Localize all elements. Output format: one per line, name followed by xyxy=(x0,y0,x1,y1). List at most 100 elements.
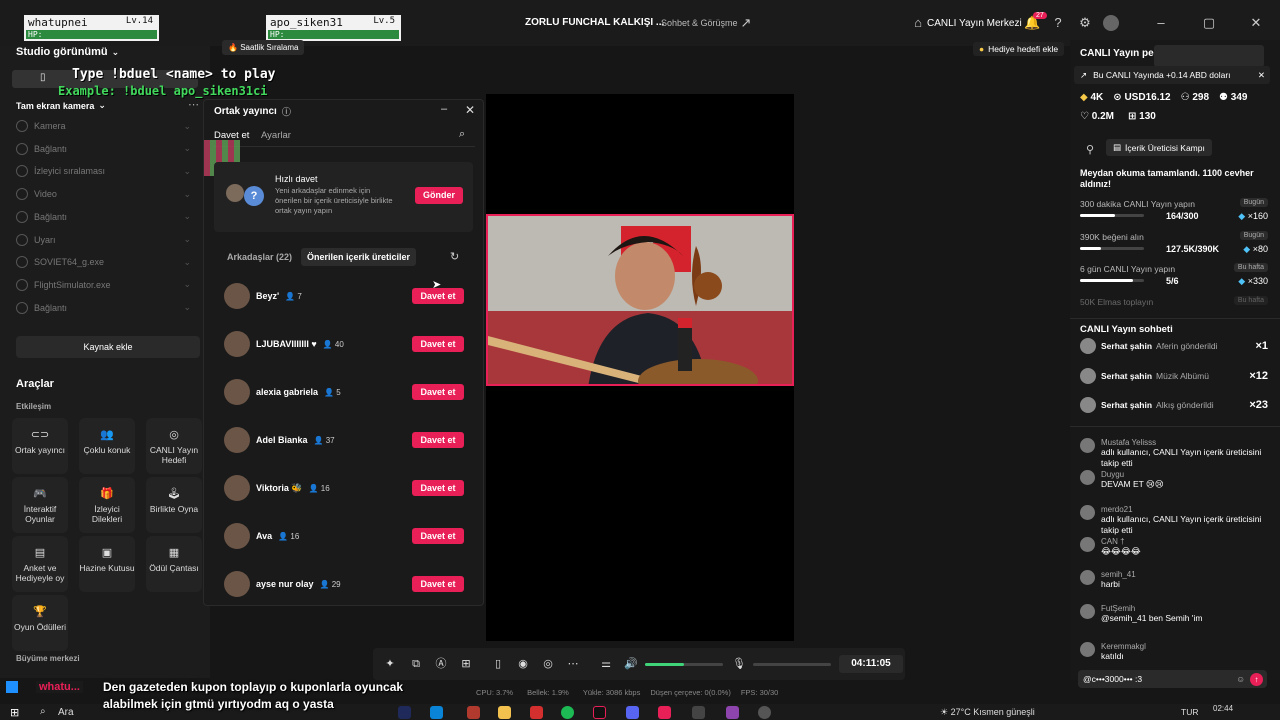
creator-camp-button[interactable]: ▤ İçerik Üreticisi Kampı xyxy=(1106,139,1212,156)
app-icon[interactable] xyxy=(692,706,705,719)
tool-treasure-box[interactable]: ▣ Hazine Kutusu xyxy=(79,536,135,592)
tab-settings[interactable]: Ayarlar xyxy=(261,130,291,141)
clock[interactable]: 02:44 xyxy=(1213,704,1233,713)
source-item[interactable]: Uyarı ⌄ xyxy=(16,231,191,249)
effects-icon[interactable]: ⧉ xyxy=(409,657,423,671)
spotify-icon[interactable] xyxy=(561,706,574,719)
mic-slider[interactable] xyxy=(753,663,831,666)
volume-slider[interactable] xyxy=(645,663,723,666)
user-add-icon[interactable]: ⚲ xyxy=(1086,143,1094,156)
tool-live-goal[interactable]: ◎ CANLI Yayın Hedefi xyxy=(146,418,202,474)
minimize-icon[interactable]: – xyxy=(441,103,447,115)
tool-interactive-games[interactable]: 🎮 İnteraktif Oyunlar xyxy=(12,477,68,533)
record-icon[interactable]: ◉ xyxy=(516,657,530,671)
edge-icon[interactable] xyxy=(430,706,443,719)
taskbar-search[interactable]: Ara xyxy=(58,707,74,718)
app-icon[interactable] xyxy=(758,706,771,719)
add-scene-icon[interactable]: ⊞ xyxy=(459,657,473,671)
folder-icon[interactable] xyxy=(498,706,511,719)
info-icon[interactable]: ⓘ xyxy=(282,105,291,118)
share-icon[interactable]: ↗ xyxy=(738,15,754,31)
close-icon[interactable]: ✕ xyxy=(465,103,475,117)
app-icon[interactable] xyxy=(658,706,671,719)
sliders-icon[interactable]: ⚌ xyxy=(599,657,613,671)
help-icon[interactable]: ? xyxy=(1050,15,1066,31)
tiktok-icon[interactable] xyxy=(593,706,606,719)
phone-icon[interactable]: ▯ xyxy=(491,657,505,671)
chevron-down-icon[interactable]: ⌄ xyxy=(183,189,191,200)
source-item[interactable]: Bağlantı ⌄ xyxy=(16,140,191,158)
source-item[interactable]: SOVIET64_g.exe ⌄ xyxy=(16,253,191,271)
studio-view-dropdown[interactable]: Studio görünümü ⌄ xyxy=(16,46,119,58)
source-item[interactable]: FlightSimulator.exe ⌄ xyxy=(16,276,191,294)
windows-icon[interactable]: ⊞ xyxy=(10,706,19,719)
tool-play-together[interactable]: 🕹 Birlikte Oyna xyxy=(146,477,202,533)
tool-game-rewards[interactable]: 🏆 Oyun Ödülleri xyxy=(12,595,68,651)
language-indicator[interactable]: TUR xyxy=(1181,707,1198,717)
tool-poll[interactable]: ▤ Anket ve Hediyeyle oy xyxy=(12,536,68,592)
game-app-icon[interactable] xyxy=(467,706,480,719)
chevron-down-icon[interactable]: ⌄ xyxy=(183,143,191,154)
invite-button[interactable]: Davet et xyxy=(412,576,464,592)
add-source-button[interactable]: Kaynak ekle xyxy=(16,336,200,358)
close-icon[interactable]: ✕ xyxy=(1258,70,1265,81)
earnings-notice: ↗ Bu CANLI Yayında +0.14 ABD doları ✕ xyxy=(1074,66,1270,84)
chevron-down-icon[interactable]: ⌄ xyxy=(183,121,191,132)
invite-button[interactable]: Davet et xyxy=(412,528,464,544)
source-item[interactable]: Kamera ⌄ xyxy=(16,117,191,135)
minimize-icon[interactable]: – xyxy=(1153,15,1169,31)
invite-button[interactable]: Davet et xyxy=(412,432,464,448)
home-icon[interactable]: ⌂ xyxy=(910,15,926,31)
hourly-ranking-label[interactable]: 🔥 Saatlik Sıralama xyxy=(222,40,305,55)
weather-widget[interactable]: ☀ 27°C Kısmen güneşli xyxy=(940,707,1035,718)
capture-icon[interactable]: ◎ xyxy=(541,657,555,671)
source-item[interactable]: Video ⌄ xyxy=(16,185,191,203)
microphone-icon[interactable]: 🎙 xyxy=(732,657,746,671)
tool-viewer-wishes[interactable]: 🎁 İzleyici Dilekleri xyxy=(79,477,135,533)
more-icon[interactable]: ⋯ xyxy=(188,98,199,111)
discord-icon[interactable] xyxy=(626,706,639,719)
chevron-down-icon[interactable]: ⌄ xyxy=(183,302,191,313)
tab-friends[interactable]: Arkadaşlar (22) xyxy=(227,252,292,262)
tab-suggested[interactable]: Önerilen içerik üreticiler xyxy=(301,248,417,266)
camera-mode-dropdown[interactable]: Tam ekran kamera ⌄ xyxy=(16,100,106,111)
chat-input[interactable]: @c•••3000••• :3 ☺ ↑ xyxy=(1078,670,1267,688)
search-icon[interactable]: ⌕ xyxy=(459,128,465,141)
avatar[interactable] xyxy=(1103,15,1119,31)
source-item[interactable]: Bağlantı ⌄ xyxy=(16,299,191,317)
send-button[interactable]: Gönder xyxy=(415,187,463,204)
app-icon[interactable] xyxy=(398,706,411,719)
chevron-down-icon[interactable]: ⌄ xyxy=(183,166,191,177)
tool-reward-bag[interactable]: ▦ Ödül Çantası xyxy=(146,536,202,592)
camera-video[interactable] xyxy=(486,214,794,386)
gift-count: ×23 xyxy=(1249,399,1268,411)
invite-button[interactable]: Davet et xyxy=(412,384,464,400)
search-icon[interactable]: ⌕ xyxy=(40,706,46,717)
chevron-down-icon[interactable]: ⌄ xyxy=(183,211,191,222)
invite-button[interactable]: Davet et xyxy=(412,288,464,304)
source-item[interactable]: Bağlantı ⌄ xyxy=(16,208,191,226)
more-icon[interactable]: ⋯ xyxy=(566,657,580,671)
live-center-link[interactable]: CANLI Yayın Merkezi xyxy=(927,18,1022,29)
chevron-down-icon[interactable]: ⌄ xyxy=(183,234,191,245)
person-icon: 👤 xyxy=(322,339,335,349)
refresh-icon[interactable]: ↻ xyxy=(450,250,459,263)
invite-button[interactable]: Davet et xyxy=(412,336,464,352)
chevron-down-icon[interactable]: ⌄ xyxy=(183,279,191,290)
gear-icon[interactable]: ⚙ xyxy=(1077,15,1093,31)
send-icon[interactable]: ↑ xyxy=(1250,673,1263,686)
magic-wand-icon[interactable]: ✦ xyxy=(383,657,397,671)
app-icon[interactable] xyxy=(530,706,543,719)
maximize-icon[interactable]: ▢ xyxy=(1201,15,1217,31)
chevron-down-icon[interactable]: ⌄ xyxy=(183,257,191,268)
gift-goal-button[interactable]: ● Hediye hedefi ekle xyxy=(973,42,1065,56)
tool-multi-guest[interactable]: 👥 Çoklu konuk xyxy=(79,418,135,474)
invite-button[interactable]: Davet et xyxy=(412,480,464,496)
source-item[interactable]: İzleyici sıralaması ⌄ xyxy=(16,162,191,180)
close-icon[interactable]: ✕ xyxy=(1248,15,1264,31)
emoji-icon[interactable]: ☺ xyxy=(1236,670,1245,688)
ai-icon[interactable]: Ⓐ xyxy=(434,657,448,671)
speaker-icon[interactable]: 🔊 xyxy=(624,657,638,671)
app-icon[interactable] xyxy=(726,706,739,719)
tool-co-host[interactable]: ⊂⊃ Ortak yayıncı xyxy=(12,418,68,474)
